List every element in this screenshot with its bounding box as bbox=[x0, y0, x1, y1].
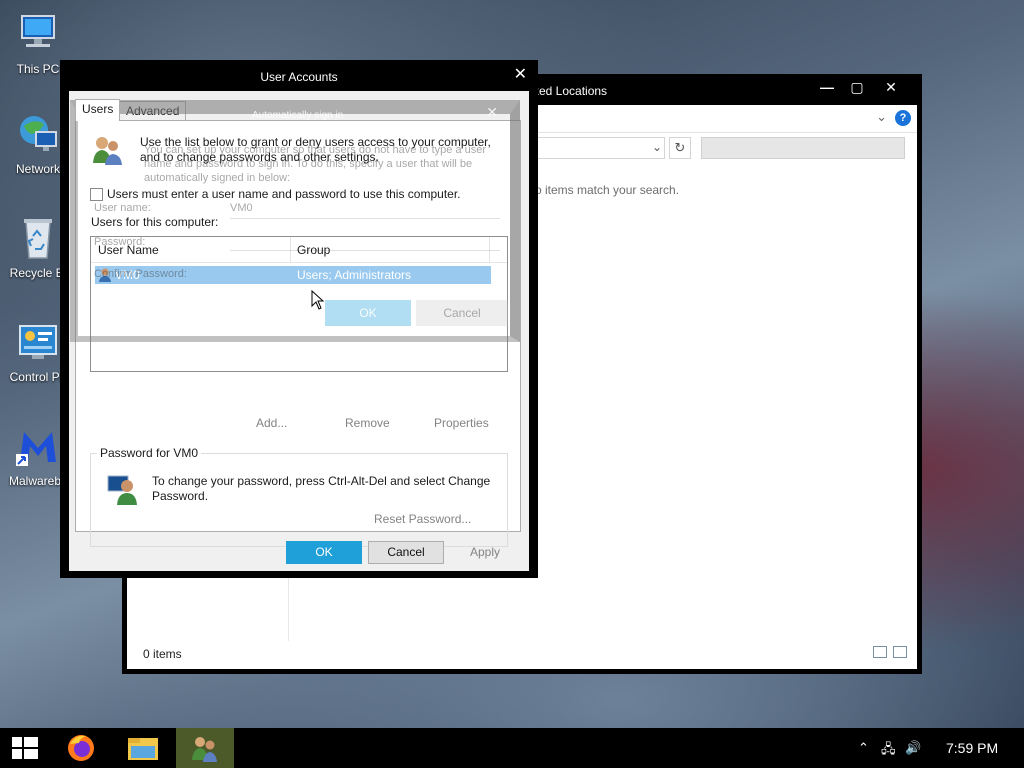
start-icon bbox=[12, 737, 38, 759]
mouse-cursor-icon bbox=[311, 289, 325, 310]
close-button[interactable]: ✕ bbox=[514, 64, 527, 84]
user-accounts-icon bbox=[192, 737, 217, 762]
recycle-bin-icon bbox=[14, 214, 62, 262]
ghost-line: automatically signed in below: bbox=[144, 172, 291, 184]
firefox-icon bbox=[68, 735, 94, 761]
help-icon[interactable]: ? bbox=[895, 110, 911, 126]
ghost-line: You can set up your computer so that use… bbox=[144, 144, 487, 156]
close-button[interactable]: ✕ bbox=[879, 79, 903, 96]
ghost-auto-signin-dialog: Automatically sign in ✕ You can set up y… bbox=[70, 100, 520, 342]
remove-user-button[interactable]: Remove bbox=[345, 416, 390, 430]
password-groupbox: Password for VM0 To change your password… bbox=[90, 446, 508, 547]
view-switcher bbox=[867, 646, 907, 661]
properties-button[interactable]: Properties bbox=[434, 416, 489, 430]
ghost-field-line bbox=[230, 250, 500, 251]
volume-icon[interactable]: 🔊 bbox=[905, 740, 921, 756]
ghost-title: Automatically sign in bbox=[252, 110, 344, 121]
window-title: xed Locations bbox=[533, 84, 608, 98]
control-panel-icon bbox=[14, 318, 62, 366]
close-icon[interactable]: ✕ bbox=[486, 104, 498, 121]
network-status-icon[interactable]: 🖧 bbox=[881, 740, 896, 762]
search-input[interactable] bbox=[701, 137, 905, 159]
show-hidden-icons-icon[interactable]: ⌃ bbox=[858, 740, 869, 756]
network-icon bbox=[14, 110, 62, 158]
maximize-button[interactable]: ▢ bbox=[845, 79, 869, 96]
ghost-user-name-value: VM0 bbox=[230, 202, 253, 214]
ghost-field-line bbox=[230, 218, 500, 219]
ghost-cancel-button[interactable]: Cancel bbox=[416, 300, 508, 326]
chevron-down-icon[interactable]: ⌄ bbox=[876, 109, 887, 125]
ghost-ok-button[interactable]: OK bbox=[325, 300, 411, 326]
password-group-title: Password for VM0 bbox=[97, 446, 202, 460]
malwarebytes-icon bbox=[14, 422, 62, 470]
user-password-icon bbox=[107, 474, 139, 506]
taskbar-firefox[interactable] bbox=[52, 728, 110, 768]
start-button[interactable] bbox=[0, 728, 58, 768]
password-instructions: To change your password, press Ctrl-Alt-… bbox=[152, 474, 491, 503]
ghost-password-label: Password: bbox=[94, 236, 146, 248]
status-bar-count: 0 items bbox=[143, 647, 182, 661]
ghost-confirm-label: Confirm Password: bbox=[94, 268, 187, 280]
ghost-user-name-label: User name: bbox=[94, 202, 151, 214]
apply-button[interactable]: Apply bbox=[450, 541, 520, 564]
ghost-line: name and password to sign in. To do this… bbox=[144, 158, 473, 170]
cancel-button[interactable]: Cancel bbox=[368, 541, 444, 564]
add-user-button[interactable]: Add... bbox=[256, 416, 287, 430]
details-view-icon[interactable] bbox=[873, 646, 887, 658]
tab-users[interactable]: Users bbox=[75, 99, 121, 121]
refresh-button[interactable]: ↻ bbox=[669, 137, 691, 159]
file-explorer-icon bbox=[128, 738, 158, 760]
ok-button[interactable]: OK bbox=[286, 541, 362, 564]
this-pc-icon bbox=[14, 10, 62, 58]
minimize-button[interactable]: — bbox=[815, 79, 839, 95]
dialog-title: User Accounts bbox=[260, 70, 338, 84]
reset-password-button[interactable]: Reset Password... bbox=[374, 512, 471, 526]
taskbar: ⌃ 🖧 🔊 7:59 PM bbox=[0, 728, 1024, 768]
taskbar-file-explorer[interactable] bbox=[114, 728, 172, 768]
taskbar-user-accounts[interactable] bbox=[176, 728, 234, 768]
empty-message: o items match your search. bbox=[535, 183, 680, 197]
taskbar-clock[interactable]: 7:59 PM bbox=[946, 740, 998, 756]
large-icons-view-icon[interactable] bbox=[893, 646, 907, 658]
chevron-down-icon[interactable]: ⌄ bbox=[652, 140, 662, 154]
